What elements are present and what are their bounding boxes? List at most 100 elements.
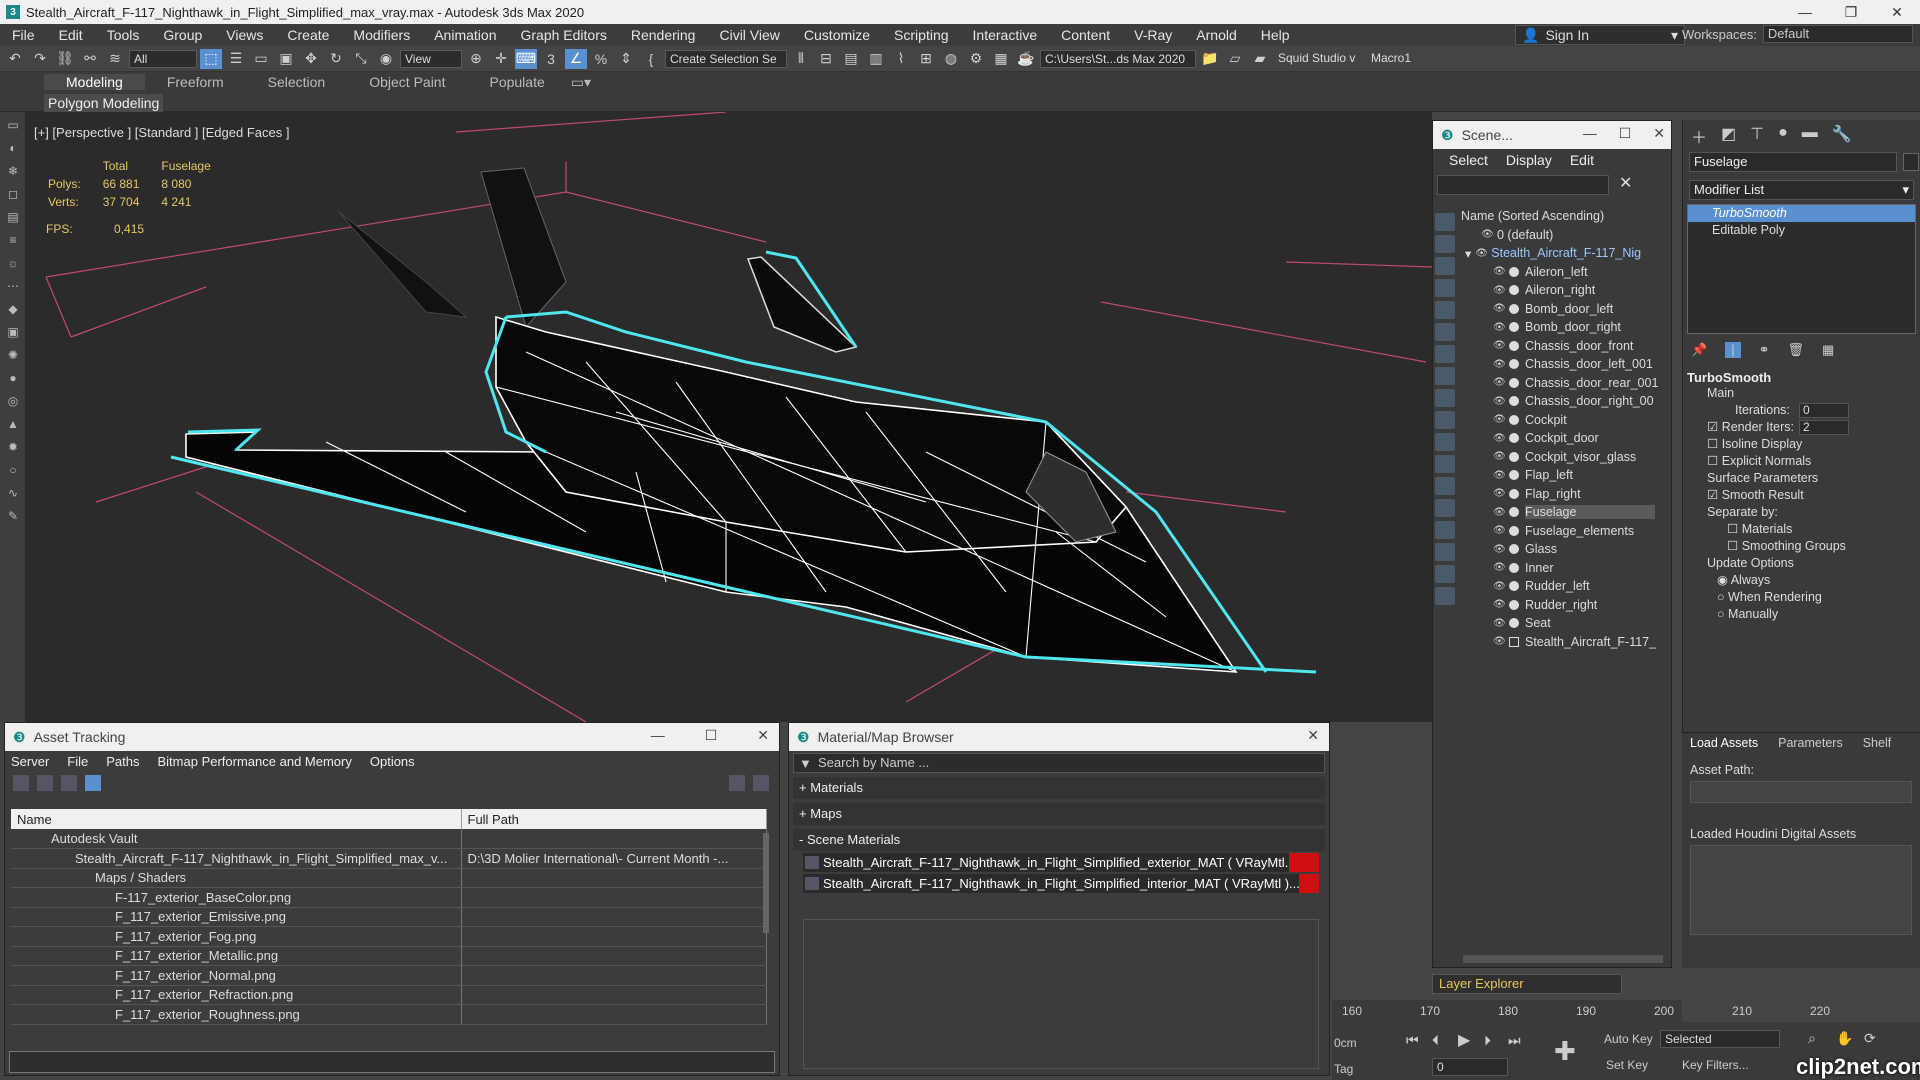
close-icon[interactable]: ✕	[757, 727, 769, 744]
asset-menu-paths[interactable]: Paths	[106, 754, 139, 769]
table-row[interactable]: F_117_exterior_Roughness.png	[11, 1004, 767, 1025]
list-item[interactable]: 👁 Flap_left	[1459, 466, 1669, 485]
menu-modifiers[interactable]: Modifiers	[341, 27, 422, 43]
list-item[interactable]: 👁 Glass	[1459, 540, 1669, 559]
goto-start-icon[interactable]: ⏮	[1406, 1032, 1419, 1049]
layer-icon[interactable]: ≡	[2, 230, 24, 250]
material-search-input[interactable]: Search by Name ...	[793, 753, 1325, 773]
select-object-icon[interactable]: ⬚	[200, 48, 222, 69]
eye-icon[interactable]: 👁	[1493, 322, 1506, 333]
pin-stack-icon[interactable]: 📌	[1691, 342, 1707, 358]
cone-icon[interactable]: ▲	[2, 414, 24, 434]
eye-icon[interactable]: 👁	[1493, 488, 1506, 499]
filter-shapes-icon[interactable]	[1435, 235, 1455, 253]
isolate-icon[interactable]: ◐	[2, 138, 24, 158]
menu-arnold[interactable]: Arnold	[1184, 27, 1248, 43]
ribbon-tab-object-paint[interactable]: Object Paint	[347, 74, 467, 90]
tab-shelf[interactable]: Shelf	[1863, 736, 1892, 750]
scene-menu-display[interactable]: Display	[1506, 152, 1552, 168]
render-iters-checkbox[interactable]: ☑	[1707, 420, 1718, 434]
section-materials[interactable]: + Materials	[793, 777, 1325, 799]
eye-icon[interactable]: 👁	[1493, 303, 1506, 314]
object-name-field[interactable]: Fuselage	[1689, 152, 1897, 172]
filter-funnel2-icon[interactable]	[1435, 565, 1455, 583]
disc-icon[interactable]: ○	[2, 460, 24, 480]
list-item[interactable]: 👁 Chassis_door_left_001	[1459, 355, 1669, 374]
eye-icon[interactable]: 👁	[1493, 396, 1506, 407]
close-icon[interactable]: ✕	[1653, 125, 1665, 142]
frame-input[interactable]: 0	[1432, 1058, 1508, 1076]
menu-create[interactable]: Create	[275, 27, 341, 43]
render-setup-icon[interactable]: ⚙	[965, 49, 987, 69]
eye-icon[interactable]: 👁	[1493, 340, 1506, 351]
smooth-result-row[interactable]: ☑ Smooth Result	[1687, 487, 1916, 504]
list-item[interactable]: 👁 Aileron_left	[1459, 263, 1669, 282]
table-row[interactable]: F-117_exterior_BaseColor.png	[11, 887, 767, 908]
list-item[interactable]: 👁 Cockpit_door	[1459, 429, 1669, 448]
menu-help[interactable]: Help	[1249, 27, 1302, 43]
prev-frame-icon[interactable]: ⏴	[1432, 1032, 1439, 1049]
menu-rendering[interactable]: Rendering	[619, 27, 708, 43]
hide-icon[interactable]: ◻	[2, 184, 24, 204]
percent-snap-icon[interactable]: %	[590, 49, 612, 69]
isoline-row[interactable]: ☐ Isoline Display	[1687, 436, 1916, 453]
list-item[interactable]: 👁 0 (default)	[1459, 226, 1669, 245]
refresh-icon[interactable]	[13, 775, 29, 791]
material-browser-header[interactable]: ❸ Material/Map Browser ✕	[789, 723, 1329, 751]
close-icon[interactable]: ✕	[1874, 0, 1920, 24]
scene-search-input[interactable]	[1437, 175, 1609, 195]
menu-vray[interactable]: V-Ray	[1122, 27, 1184, 43]
table-view-icon[interactable]	[85, 775, 101, 791]
list-item[interactable]: 👁 Bomb_door_right	[1459, 318, 1669, 337]
iterations-spinner[interactable]: 0	[1799, 403, 1849, 418]
menu-edit[interactable]: Edit	[47, 27, 95, 43]
menu-views[interactable]: Views	[214, 27, 275, 43]
explicit-checkbox[interactable]: ☐	[1707, 454, 1718, 468]
maximize-icon[interactable]: ☐	[1619, 125, 1632, 142]
eye-icon[interactable]: 👁	[1493, 581, 1506, 592]
star-icon[interactable]: ✹	[2, 437, 24, 457]
when-rendering-radio[interactable]: ○	[1717, 590, 1725, 604]
modifier-list-dropdown[interactable]: Modifier List ▾	[1689, 180, 1914, 200]
rotate-icon[interactable]: ↻	[325, 49, 347, 69]
asset-menu-server[interactable]: Server	[11, 754, 49, 769]
table-row[interactable]: F_117_exterior_Refraction.png	[11, 985, 767, 1005]
table-row[interactable]: F_117_exterior_Emissive.png	[11, 907, 767, 927]
close-icon[interactable]: ✕	[1307, 727, 1319, 744]
hierarchy-tab-icon[interactable]: ⊤	[1750, 124, 1764, 144]
expand-icon[interactable]: ▾	[1465, 246, 1471, 261]
viewport-layout-icon[interactable]: ▭	[2, 115, 24, 135]
goto-end-icon[interactable]: ⏭	[1508, 1032, 1521, 1049]
configure-sets-icon[interactable]: ▦	[1822, 342, 1834, 358]
selection-filter-dropdown[interactable]: All	[129, 49, 197, 68]
col-name-header[interactable]: Name	[11, 809, 462, 829]
eye-icon[interactable]: 👁	[1493, 507, 1506, 518]
invert-display-icon[interactable]	[1435, 521, 1455, 539]
ribbon-tab-modeling[interactable]: Modeling	[44, 74, 145, 90]
asset-path-input[interactable]	[1690, 781, 1912, 803]
ribbon-tab-populate[interactable]: Populate	[467, 74, 566, 90]
col-path-header[interactable]: Full Path	[461, 809, 767, 829]
scene-explorer-header[interactable]: ❸ Scene... — ☐ ✕	[1433, 121, 1671, 149]
selection-set-dropdown[interactable]: Create Selection Se	[665, 49, 787, 68]
table-row[interactable]: F_117_exterior_Fog.png	[11, 926, 767, 947]
scene-material-interior[interactable]: Stealth_Aircraft_F-117_Nighthawk_in_Flig…	[803, 874, 1319, 893]
perspective-viewport[interactable]: [+] [Perspective ] [Standard ] [Edged Fa…	[26, 112, 1432, 722]
smooth-result-checkbox[interactable]: ☑	[1707, 488, 1718, 502]
clear-search-icon[interactable]: ✕	[1619, 173, 1632, 193]
spline-icon[interactable]: ∿	[2, 483, 24, 503]
filter-bones-icon[interactable]	[1435, 389, 1455, 407]
link-icon[interactable]: ⛓	[54, 49, 76, 69]
eye-icon[interactable]: 👁	[1493, 433, 1506, 444]
smoothing-checkbox[interactable]: ☐	[1727, 539, 1738, 553]
menu-file[interactable]: File	[0, 27, 47, 43]
timeline-ruler[interactable]: 160 170 180 190 200	[1332, 1000, 1682, 1022]
move-icon[interactable]: ✥	[300, 49, 322, 69]
project-path-dropdown[interactable]: C:\Users\St...ds Max 2020	[1040, 49, 1196, 68]
reference-coord-dropdown[interactable]: View	[400, 49, 462, 68]
angle-snap-icon[interactable]: ∠	[565, 48, 587, 69]
pan-icon[interactable]: ✋	[1836, 1030, 1853, 1047]
zoom-icon[interactable]: ⌕	[1808, 1030, 1816, 1047]
maximize-icon[interactable]: ☐	[705, 727, 718, 744]
eye-icon[interactable]: 👁	[1493, 599, 1506, 610]
